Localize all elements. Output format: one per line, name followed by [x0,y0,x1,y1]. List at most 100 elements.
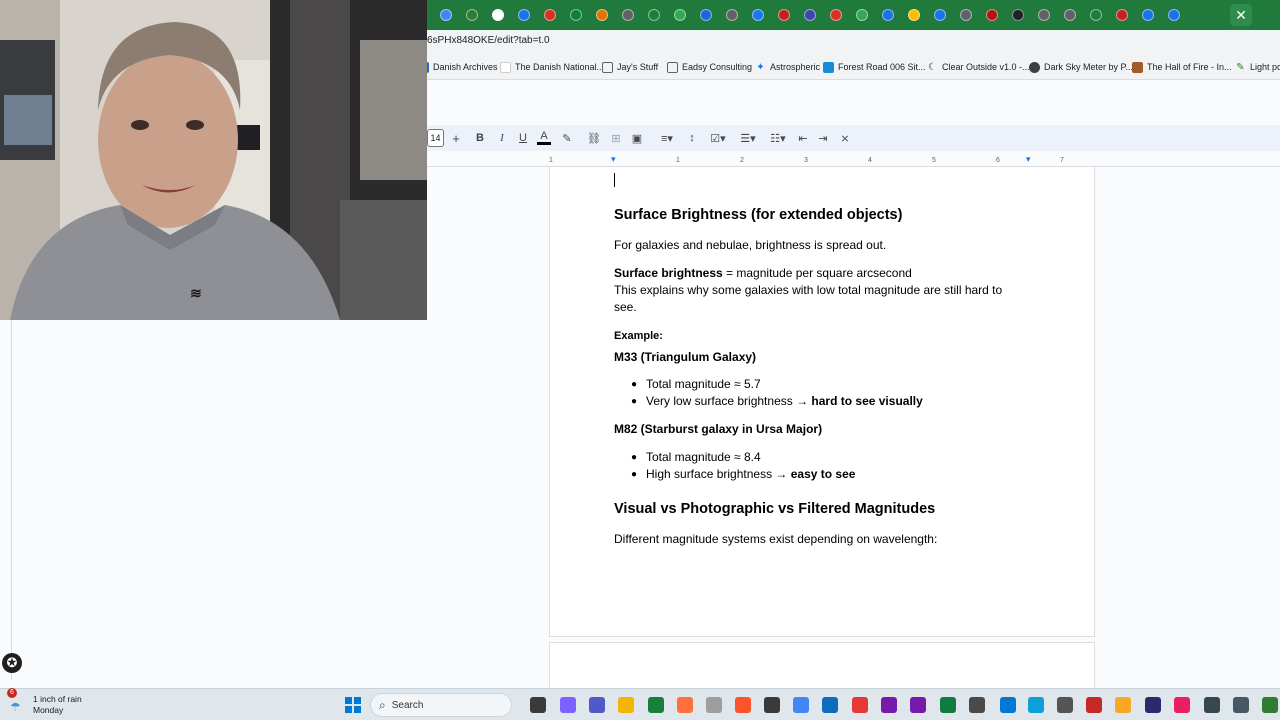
music-icon[interactable] [706,697,722,713]
tab-favicon-icon[interactable] [436,5,456,25]
brave-icon[interactable] [735,697,751,713]
heading-surface-brightness[interactable]: Surface Brightness (for extended objects… [614,207,902,223]
bookmark-hall-of-fire[interactable]: The Hall of Fire - In... [1132,60,1232,74]
tab-favicon-icon[interactable] [904,5,924,25]
tab-favicon-icon[interactable] [1008,5,1028,25]
bookmark-danish-archives[interactable]: ● Danish Archives [418,60,498,74]
file-explorer-icon[interactable] [618,697,634,713]
phone-icon[interactable] [1262,697,1278,713]
windows-start-icon[interactable] [345,697,361,713]
bulleted-list-icon[interactable]: ☰▾ [735,129,761,147]
tab-favicon-icon[interactable] [722,5,742,25]
stellarium-icon[interactable] [1057,697,1073,713]
m33-bullet-2[interactable]: Very low surface brightness → hard to se… [646,394,923,408]
m82-bullet-1[interactable]: Total magnitude ≈ 8.4 [646,450,761,464]
tab-favicon-icon[interactable] [566,5,586,25]
link-icon[interactable]: ⛓ [586,129,602,147]
info-icon[interactable] [1000,697,1016,713]
tab-favicon-icon[interactable] [800,5,820,25]
tab-favicon-icon[interactable] [540,5,560,25]
chrome-dev-icon[interactable] [648,697,664,713]
m82-bullet-2[interactable]: High surface brightness → easy to see [646,467,855,481]
bold-button[interactable]: B [473,129,487,147]
paragraph-explanation-line2[interactable]: see. [614,300,637,314]
tab-favicon-icon[interactable] [462,5,482,25]
text-color-button[interactable]: A [537,129,551,145]
tab-favicon-icon[interactable] [852,5,872,25]
image-icon[interactable]: ▣ [629,129,645,147]
bookmark-folder-eadsy[interactable]: Eadsy Consulting [667,60,752,74]
teams-icon[interactable] [589,697,605,713]
tab-favicon-icon[interactable] [1086,5,1106,25]
excel-icon[interactable] [940,697,956,713]
outlook-icon[interactable] [822,697,838,713]
bookmark-clear-outside[interactable]: ☾ Clear Outside v1.0 -... [927,60,1030,74]
paragraph-galaxies[interactable]: For galaxies and nebulae, brightness is … [614,238,886,252]
font-size-input[interactable]: 14 [427,129,444,147]
paragraph-definition[interactable]: Surface brightness = magnitude per squar… [614,266,912,280]
calculator-icon[interactable] [1233,697,1249,713]
firefox-icon[interactable] [677,697,693,713]
bookmark-dark-sky-meter[interactable]: Dark Sky Meter by P... [1029,60,1133,74]
heading-magnitude-systems[interactable]: Visual vs Photographic vs Filtered Magni… [614,501,935,517]
tab-favicon-icon[interactable] [618,5,638,25]
right-indent-marker[interactable]: ▾ [1026,154,1031,165]
close-tab-button[interactable]: ✕ [1230,4,1252,26]
m82-title[interactable]: M82 (Starburst galaxy in Ursa Major) [614,422,822,436]
tab-favicon-icon[interactable] [670,5,690,25]
example-label[interactable]: Example: [614,330,663,342]
bookmark-folder-jays-stuff[interactable]: Jay's Stuff [602,60,658,74]
music-red-icon[interactable] [1174,697,1190,713]
tab-favicon-icon[interactable] [696,5,716,25]
edge-icon[interactable] [1028,697,1044,713]
tab-favicon-icon[interactable] [644,5,664,25]
tab-favicon-icon[interactable] [956,5,976,25]
comment-icon[interactable]: ⊞ [608,129,624,147]
paragraph-magnitude-systems[interactable]: Different magnitude systems exist depend… [614,532,937,546]
tab-favicon-icon[interactable] [748,5,768,25]
highlight-icon[interactable]: ✎ [559,129,575,147]
tab-favicon-icon[interactable] [774,5,794,25]
tab-favicon-icon[interactable] [1034,5,1054,25]
checklist-icon[interactable]: ☑▾ [706,129,730,147]
tab-favicon-icon[interactable] [1138,5,1158,25]
align-icon[interactable]: ≡▾ [655,129,679,147]
tab-favicon-icon[interactable] [878,5,898,25]
line-spacing-icon[interactable]: ↕ [684,129,700,147]
copilot-icon[interactable] [560,697,576,713]
tab-favicon-icon[interactable] [514,5,534,25]
onenote-purple-icon[interactable] [881,697,897,713]
bookmark-light-pollution[interactable]: ✎ Light pol [1235,60,1280,74]
accessibility-icon[interactable]: ✪ [2,653,22,673]
m33-bullet-1[interactable]: Total magnitude ≈ 5.7 [646,377,761,391]
tab-favicon-icon[interactable] [1112,5,1132,25]
terminal-icon[interactable] [1145,697,1161,713]
tab-favicon-icon[interactable] [982,5,1002,25]
pencil-icon[interactable] [1115,697,1131,713]
davinci-icon[interactable] [852,697,868,713]
tab-favicon-icon[interactable] [592,5,612,25]
increase-indent-icon[interactable]: ⇥ [815,129,831,147]
decrease-indent-icon[interactable]: ⇤ [795,129,811,147]
tab-favicon-icon[interactable] [826,5,846,25]
bookmark-astrospheric[interactable]: ✦ Astrospheric [755,60,820,74]
bookmark-danish-national[interactable]: The Danish National... [500,60,604,74]
m33-title[interactable]: M33 (Triangulum Galaxy) [614,350,756,364]
taskbar-search-input[interactable]: ⌕ Search [370,693,512,717]
weather-widget[interactable]: 6 ☂ 1 inch of rain Monday [0,688,100,720]
vertical-ruler[interactable] [0,320,12,680]
camera-icon[interactable] [764,697,780,713]
tab-favicon-icon[interactable] [488,5,508,25]
tab-favicon-icon[interactable] [1164,5,1184,25]
clear-formatting-icon[interactable]: ⨯ [837,129,853,147]
left-indent-marker[interactable]: ▾ [611,154,616,165]
stack-icon[interactable] [1204,697,1220,713]
chrome-icon[interactable] [793,697,809,713]
onenote-icon[interactable] [910,697,926,713]
app-icon[interactable] [1086,697,1102,713]
tab-favicon-icon[interactable] [1060,5,1080,25]
inkscape-icon[interactable] [969,697,985,713]
italic-button[interactable]: I [495,129,509,147]
tab-favicon-icon[interactable] [930,5,950,25]
bookmark-forest-road[interactable]: Forest Road 006 Sit... [823,60,926,74]
